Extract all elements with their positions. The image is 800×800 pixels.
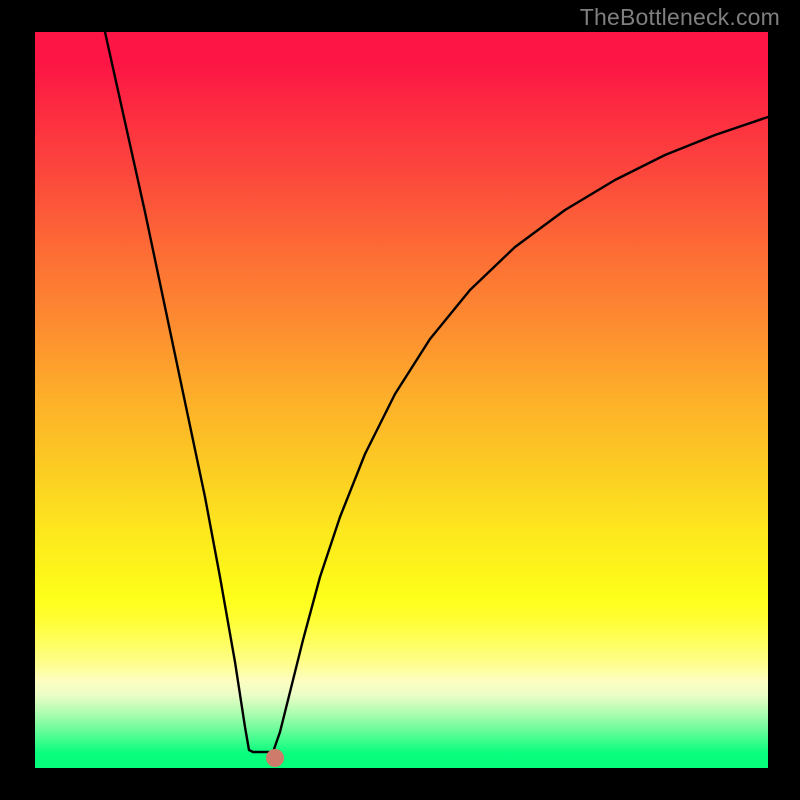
plot-area [35,32,768,768]
bottleneck-curve [105,32,768,752]
chart-container: TheBottleneck.com [0,0,800,800]
marker-dot [266,749,284,767]
curve-svg [35,32,768,768]
watermark-text: TheBottleneck.com [580,4,780,31]
